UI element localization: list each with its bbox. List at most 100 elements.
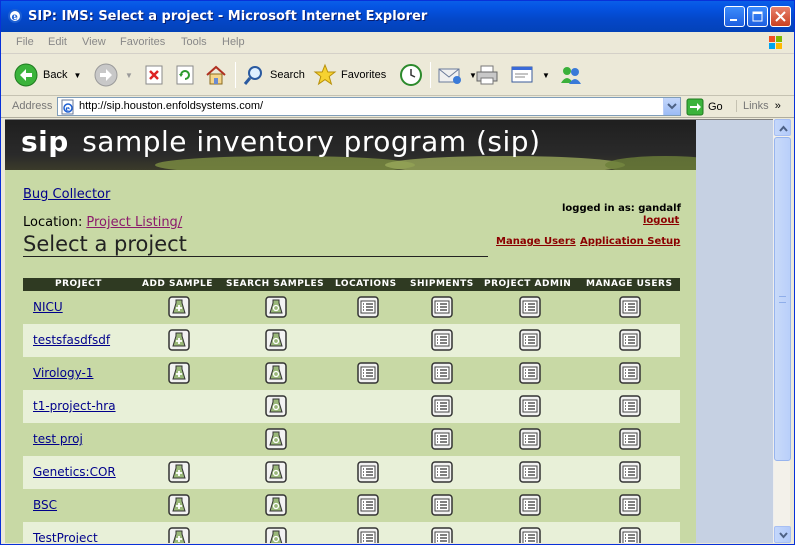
search-samples-flask-icon[interactable] (265, 461, 287, 483)
locations-list-icon[interactable] (357, 296, 379, 318)
manage-users-list-icon[interactable] (619, 428, 641, 450)
application-setup-link[interactable]: Application Setup (580, 236, 680, 247)
project-admin-list-icon[interactable] (519, 329, 541, 351)
project-admin-list-icon[interactable] (519, 494, 541, 516)
shipments-list-icon[interactable] (431, 395, 453, 417)
project-admin-list-icon[interactable] (519, 461, 541, 483)
search-samples-flask-icon[interactable] (265, 362, 287, 384)
add-sample-flask-icon[interactable] (168, 296, 190, 318)
menu-favorites[interactable]: Favorites (120, 36, 165, 48)
history-button[interactable] (398, 60, 424, 90)
column-header-add-sample: ADD SAMPLE (142, 279, 213, 289)
menu-view[interactable]: View (82, 36, 106, 48)
shipments-list-icon[interactable] (431, 329, 453, 351)
print-button[interactable] (474, 60, 500, 90)
site-title-full: sample inventory program (sip) (82, 125, 541, 158)
scroll-up-button[interactable] (774, 119, 791, 136)
url-text: http://sip.houston.enfoldsystems.com/ (79, 100, 264, 112)
manage-users-list-icon[interactable] (619, 395, 641, 417)
shipments-list-icon[interactable] (431, 461, 453, 483)
mail-button[interactable]: ▼ (437, 60, 477, 90)
project-name-link[interactable]: TestProject (33, 531, 98, 543)
favorites-button[interactable]: Favorites (313, 60, 386, 90)
address-bar: Address e http://sip.houston.enfoldsyste… (1, 96, 794, 118)
messenger-button[interactable] (558, 60, 584, 90)
add-sample-flask-icon[interactable] (168, 362, 190, 384)
shipments-list-icon[interactable] (431, 494, 453, 516)
locations-list-icon[interactable] (357, 362, 379, 384)
edit-button[interactable]: ▼ (510, 60, 550, 90)
address-dropdown-button[interactable] (663, 98, 680, 115)
back-button[interactable]: Back ▼ (13, 60, 81, 90)
add-sample-flask-icon[interactable] (168, 329, 190, 351)
project-listing-link[interactable]: Project Listing/ (86, 215, 182, 230)
menu-tools[interactable]: Tools (181, 36, 207, 48)
vertical-scrollbar[interactable] (773, 119, 791, 543)
manage-users-list-icon[interactable] (619, 494, 641, 516)
refresh-button[interactable] (174, 60, 196, 90)
printer-icon (476, 65, 498, 85)
manage-users-list-icon[interactable] (619, 461, 641, 483)
shipments-list-icon[interactable] (431, 296, 453, 318)
shipments-list-icon[interactable] (431, 527, 453, 543)
search-button[interactable]: Search (242, 60, 305, 90)
toolbar-separator (430, 62, 431, 88)
bug-collector-link[interactable]: Bug Collector (23, 187, 110, 202)
menu-file[interactable]: File (16, 36, 34, 48)
project-admin-list-icon[interactable] (519, 527, 541, 543)
scroll-thumb[interactable] (774, 137, 791, 461)
manage-users-list-icon[interactable] (619, 527, 641, 543)
manage-users-list-icon[interactable] (619, 296, 641, 318)
shipments-list-icon[interactable] (431, 428, 453, 450)
minimize-button[interactable] (724, 6, 745, 27)
project-name-link[interactable]: Genetics:COR (33, 465, 116, 479)
search-samples-flask-icon[interactable] (265, 296, 287, 318)
manage-users-link[interactable]: Manage Users (496, 236, 576, 247)
locations-list-icon[interactable] (357, 461, 379, 483)
manage-users-list-icon[interactable] (619, 362, 641, 384)
scroll-down-button[interactable] (774, 526, 791, 543)
add-sample-flask-icon[interactable] (168, 461, 190, 483)
project-name-link[interactable]: testsfasdfsdf (33, 333, 110, 347)
search-samples-flask-icon[interactable] (265, 428, 287, 450)
address-input[interactable]: e http://sip.houston.enfoldsystems.com/ (57, 97, 681, 116)
stop-button[interactable] (143, 60, 165, 90)
project-admin-list-icon[interactable] (519, 395, 541, 417)
menu-help[interactable]: Help (222, 36, 245, 48)
table-row: test proj (23, 423, 680, 456)
locations-list-icon[interactable] (357, 494, 379, 516)
project-name-link[interactable]: BSC (33, 498, 57, 512)
menu-edit[interactable]: Edit (48, 36, 67, 48)
manage-users-list-icon[interactable] (619, 329, 641, 351)
project-admin-list-icon[interactable] (519, 296, 541, 318)
project-admin-list-icon[interactable] (519, 362, 541, 384)
chevron-down-icon[interactable]: ▼ (542, 71, 550, 80)
search-samples-flask-icon[interactable] (265, 329, 287, 351)
chevron-down-icon[interactable]: ▼ (73, 71, 81, 80)
locations-list-icon[interactable] (357, 527, 379, 543)
search-icon (243, 66, 262, 85)
add-sample-flask-icon[interactable] (168, 494, 190, 516)
close-button[interactable] (770, 6, 791, 27)
go-button[interactable]: Go (686, 98, 723, 116)
window-title: SIP: IMS: Select a project - Microsoft I… (28, 9, 428, 24)
add-sample-flask-icon[interactable] (168, 527, 190, 543)
breadcrumb: Location: Project Listing/ (23, 215, 182, 230)
project-name-link[interactable]: NICU (33, 300, 63, 314)
forward-button[interactable]: ▼ (93, 60, 133, 90)
search-samples-flask-icon[interactable] (265, 395, 287, 417)
search-samples-flask-icon[interactable] (265, 494, 287, 516)
title-bar[interactable]: e SIP: IMS: Select a project - Microsoft… (1, 1, 794, 32)
project-admin-list-icon[interactable] (519, 428, 541, 450)
logout-link[interactable]: logout (643, 215, 679, 226)
shipments-list-icon[interactable] (431, 362, 453, 384)
windows-logo-icon (769, 36, 782, 49)
project-name-link[interactable]: t1-project-hra (33, 399, 116, 413)
maximize-button[interactable] (747, 6, 768, 27)
project-name-link[interactable]: Virology-1 (33, 366, 93, 380)
home-button[interactable] (204, 60, 228, 90)
project-name-link[interactable]: test proj (33, 432, 83, 446)
table-row: t1-project-hra (23, 390, 680, 423)
links-toolbar[interactable]: Links » (736, 100, 781, 112)
search-samples-flask-icon[interactable] (265, 527, 287, 543)
